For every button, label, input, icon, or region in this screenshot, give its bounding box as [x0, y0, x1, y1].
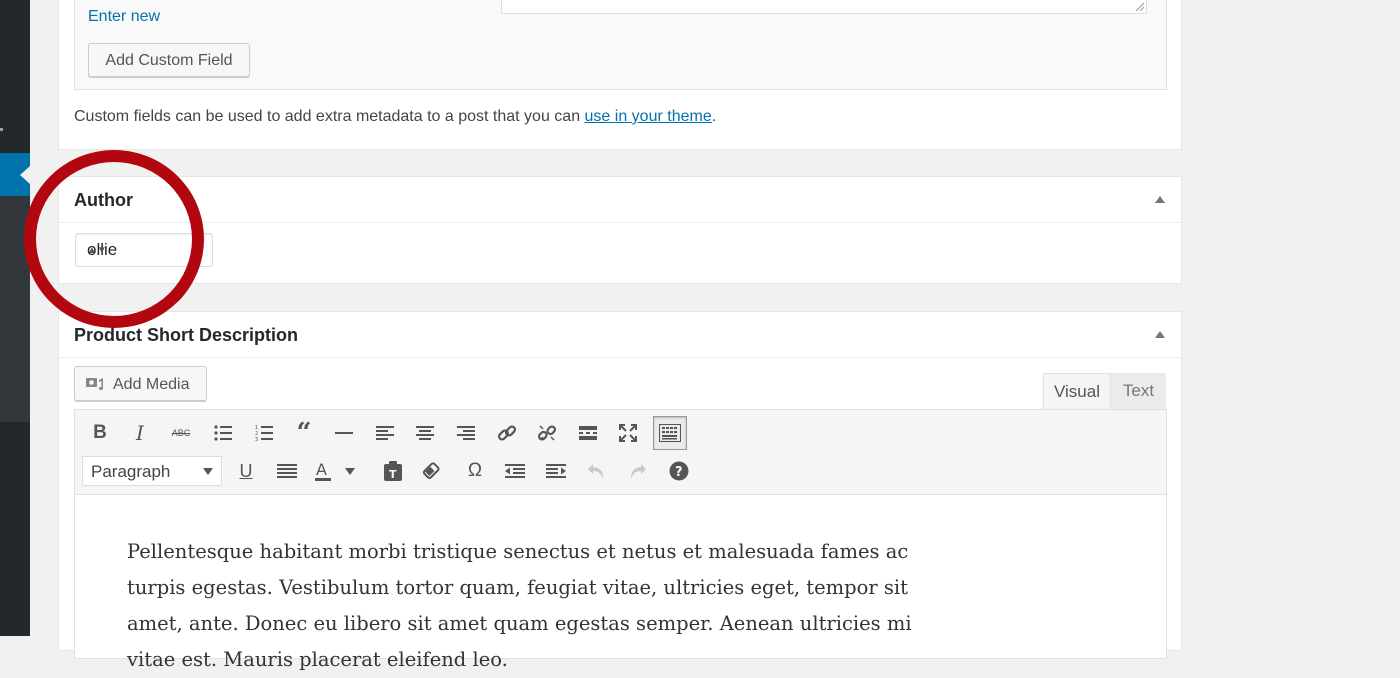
tab-text[interactable]: Text	[1111, 373, 1166, 409]
add-media-button[interactable]: Add Media	[74, 366, 207, 401]
add-custom-field-button[interactable]: Add Custom Field	[88, 43, 250, 77]
tab-visual[interactable]: Visual	[1043, 373, 1111, 409]
add-media-label: Add Media	[113, 376, 190, 393]
enter-new-link[interactable]: Enter new	[88, 8, 160, 26]
author-box-header[interactable]: Author	[59, 177, 1181, 223]
custom-fields-box: Enter new Add Custom Field Custom fields…	[58, 0, 1182, 150]
text-color-icon[interactable]: A	[313, 456, 343, 486]
justify-icon[interactable]	[272, 456, 302, 486]
unlink-icon[interactable]	[532, 418, 562, 448]
special-character-icon[interactable]: Ω	[460, 456, 490, 486]
editor-content[interactable]: Pellentesque habitant morbi tristique se…	[127, 534, 947, 678]
custom-field-value-textarea[interactable]	[501, 0, 1147, 14]
bold-icon[interactable]: B	[85, 418, 115, 448]
clear-formatting-icon[interactable]	[418, 456, 448, 486]
fullscreen-icon[interactable]	[613, 418, 643, 448]
svg-text:?: ?	[675, 465, 683, 480]
align-left-icon[interactable]	[370, 418, 400, 448]
text-color-dropdown-icon[interactable]	[343, 456, 357, 486]
note-text: Custom fields can be used to add extra m…	[74, 108, 585, 125]
insert-link-icon[interactable]	[492, 418, 522, 448]
author-box: Author ollie ▲▼	[58, 176, 1182, 284]
blockquote-icon[interactable]: “	[289, 418, 319, 448]
product-short-description-box: Product Short Description Add Media Visu…	[58, 311, 1182, 671]
admin-sidebar	[0, 0, 30, 636]
collapse-toggle-icon[interactable]	[1155, 196, 1165, 203]
numbered-list-icon[interactable]: 123	[249, 418, 279, 448]
svg-text:A: A	[316, 460, 327, 479]
rich-text-editor: B I ABC 123 “ Paragraph U A T Ω ? Pellen…	[74, 409, 1167, 671]
paste-as-text-icon[interactable]: T	[378, 456, 408, 486]
resize-grip-icon[interactable]	[1136, 3, 1144, 11]
sidebar-current-arrow	[20, 166, 30, 184]
description-box-header[interactable]: Product Short Description	[59, 312, 1181, 358]
format-selected-value: Paragraph	[91, 462, 171, 481]
note-period: .	[711, 108, 717, 125]
underline-icon[interactable]: U	[231, 456, 261, 486]
read-more-icon[interactable]	[573, 418, 603, 448]
undo-icon[interactable]	[582, 456, 612, 486]
help-icon[interactable]: ?	[664, 456, 694, 486]
strikethrough-icon[interactable]: ABC	[166, 418, 196, 448]
align-right-icon[interactable]	[451, 418, 481, 448]
bullet-list-icon[interactable]	[208, 418, 238, 448]
indent-icon[interactable]	[541, 456, 571, 486]
editor-toolbar: B I ABC 123 “ Paragraph U A T Ω ?	[75, 410, 1166, 495]
collapse-toggle-icon[interactable]	[1155, 331, 1165, 338]
format-select[interactable]: Paragraph	[82, 456, 222, 486]
chevron-down-icon	[203, 468, 213, 475]
align-center-icon[interactable]	[410, 418, 440, 448]
sidebar-marker	[0, 128, 3, 131]
svg-text:3: 3	[255, 437, 258, 441]
add-media-icon	[86, 378, 103, 390]
description-box-title: Product Short Description	[74, 325, 299, 345]
toolbar-toggle-icon[interactable]	[653, 416, 687, 450]
use-in-theme-link[interactable]: use in your theme	[585, 108, 712, 125]
redo-icon[interactable]	[622, 456, 652, 486]
custom-fields-panel: Enter new Add Custom Field	[74, 0, 1167, 90]
horizontal-rule-icon[interactable]	[329, 418, 359, 448]
italic-icon[interactable]: I	[125, 418, 155, 448]
highlight-circle	[24, 150, 204, 328]
svg-text:T: T	[389, 468, 397, 481]
custom-fields-note: Custom fields can be used to add extra m…	[74, 108, 716, 126]
outdent-icon[interactable]	[500, 456, 530, 486]
